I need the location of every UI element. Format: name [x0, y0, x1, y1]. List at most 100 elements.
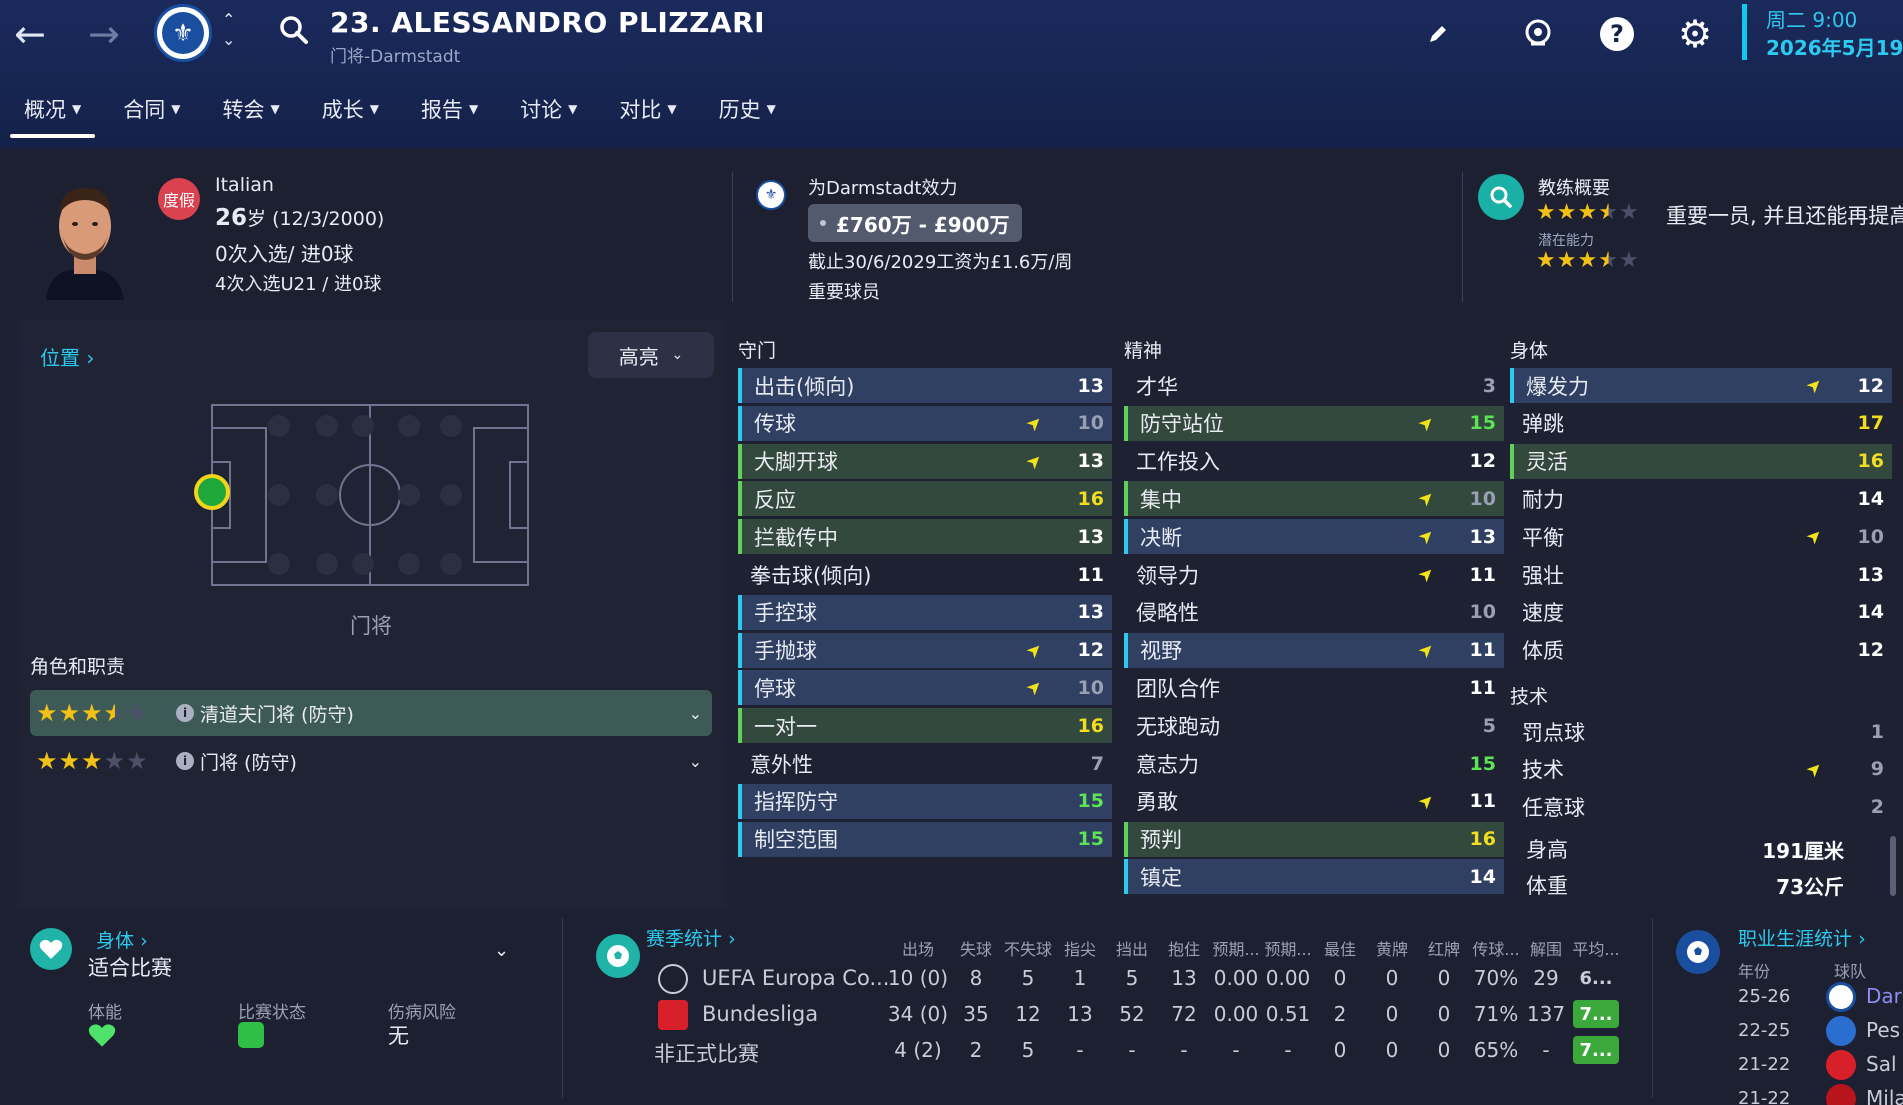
- attribute-row[interactable]: 耐力 14: [1510, 481, 1892, 516]
- attribute-row[interactable]: 集中 ➤ 10: [1124, 481, 1504, 517]
- tab-reports[interactable]: 报告 ▼: [407, 92, 492, 138]
- competition-name[interactable]: 非正式比赛: [654, 1038, 759, 1068]
- attribute-row[interactable]: 领导力 ➤ 11: [1124, 557, 1504, 592]
- highlight-dropdown[interactable]: 高亮 ⌄: [588, 332, 714, 378]
- column-header[interactable]: 平均...: [1571, 936, 1621, 960]
- role-row[interactable]: ★★★★★ i 清道夫门将 (防守) ⌄: [30, 690, 712, 736]
- search-icon[interactable]: [278, 14, 310, 50]
- attribute-row[interactable]: 传球 ➤ 10: [738, 405, 1112, 441]
- attribute-row[interactable]: 罚点球 1: [1510, 714, 1892, 749]
- tab-history[interactable]: 历史 ▼: [705, 92, 790, 138]
- column-header[interactable]: 预期...: [1262, 936, 1314, 960]
- column-header[interactable]: 解围: [1522, 936, 1570, 960]
- goalkeeper-position-marker[interactable]: [194, 474, 230, 510]
- column-header[interactable]: 挡出: [1107, 936, 1157, 960]
- role-row[interactable]: ★★★★★ i 门将 (防守) ⌄: [30, 738, 712, 784]
- attribute-row[interactable]: 平衡 ➤ 10: [1510, 519, 1892, 554]
- attribute-row[interactable]: 爆发力 ➤ 12: [1510, 368, 1892, 403]
- attribute-row[interactable]: 视野 ➤ 11: [1124, 632, 1504, 668]
- attribute-row[interactable]: 出击(倾向) 13: [738, 368, 1112, 403]
- attribute-row[interactable]: 拦截传中 13: [738, 519, 1112, 555]
- career-club[interactable]: Sal: [1866, 1052, 1897, 1076]
- coach-search-icon[interactable]: [1478, 174, 1524, 220]
- season-stats-link[interactable]: 赛季统计 ›: [646, 924, 736, 951]
- chevron-down-icon[interactable]: ⌄: [494, 940, 509, 961]
- holiday-badge[interactable]: 度假: [158, 178, 200, 220]
- attribute-row[interactable]: 侵略性 10: [1124, 595, 1504, 630]
- attribute-row[interactable]: 拳击球(倾向) 11: [738, 557, 1112, 592]
- attribute-row[interactable]: 镇定 14: [1124, 859, 1504, 895]
- column-header[interactable]: 最佳: [1316, 936, 1364, 960]
- edit-pencil-icon[interactable]: [1418, 14, 1458, 54]
- attribute-row[interactable]: 停球 ➤ 10: [738, 670, 1112, 706]
- attribute-row[interactable]: 预判 16: [1124, 821, 1504, 857]
- tab-compare[interactable]: 对比 ▼: [605, 92, 690, 138]
- stat-cell: 1: [1073, 966, 1087, 990]
- back-arrow-icon[interactable]: ←: [14, 14, 46, 54]
- attribute-row[interactable]: 制空范围 15: [738, 821, 1112, 857]
- attribute-row[interactable]: 弹跳 17: [1510, 406, 1892, 441]
- attribute-row[interactable]: 任意球 2: [1510, 790, 1892, 825]
- attribute-row[interactable]: 团队合作 11: [1124, 670, 1504, 705]
- attribute-row[interactable]: 无球跑动 5: [1124, 708, 1504, 743]
- player-switch-icon[interactable]: ⌃ ⌄: [222, 10, 235, 50]
- career-club[interactable]: Mila: [1866, 1086, 1903, 1105]
- current-day-time[interactable]: 周二 9:00: [1766, 4, 1857, 33]
- scrollbar[interactable]: [1890, 836, 1896, 896]
- column-header[interactable]: 红牌: [1420, 936, 1468, 960]
- attribute-row[interactable]: 速度 14: [1510, 595, 1892, 630]
- info-icon[interactable]: i: [176, 704, 194, 722]
- column-header[interactable]: 预期...: [1210, 936, 1262, 960]
- career-club[interactable]: Dar: [1866, 984, 1902, 1008]
- attribute-row[interactable]: 指挥防守 15: [738, 783, 1112, 819]
- attribute-row[interactable]: 意志力 15: [1124, 746, 1504, 781]
- column-header[interactable]: 不失球: [998, 936, 1058, 960]
- attribute-row[interactable]: 手抛球 ➤ 12: [738, 632, 1112, 668]
- career-stats-link[interactable]: 职业生涯统计 ›: [1738, 924, 1866, 951]
- column-header[interactable]: 黄牌: [1368, 936, 1416, 960]
- info-icon[interactable]: i: [176, 752, 194, 770]
- player-nationality[interactable]: Italian: [215, 174, 274, 196]
- attribute-value: 13: [1077, 525, 1104, 548]
- attribute-row[interactable]: 强壮 13: [1510, 557, 1892, 592]
- attribute-row[interactable]: 意外性 7: [738, 746, 1112, 781]
- attribute-row[interactable]: 才华 3: [1124, 368, 1504, 403]
- position-link[interactable]: 位置 ›: [40, 342, 94, 371]
- column-header[interactable]: 失球: [951, 936, 1001, 960]
- help-icon[interactable]: ?: [1597, 14, 1637, 54]
- current-date[interactable]: 2026年5月19日: [1766, 32, 1903, 61]
- forward-arrow-icon[interactable]: →: [88, 14, 120, 54]
- attribute-row[interactable]: 技术 ➤ 9: [1510, 752, 1892, 787]
- competition-name[interactable]: UEFA Europa Co...: [702, 966, 889, 990]
- column-header[interactable]: 抱住: [1159, 936, 1209, 960]
- attribute-row[interactable]: 勇敢 ➤ 11: [1124, 784, 1504, 819]
- tab-contract[interactable]: 合同 ▼: [109, 92, 194, 138]
- tab-transfer[interactable]: 转会 ▼: [208, 92, 293, 138]
- stat-cell: -: [1284, 1038, 1292, 1062]
- attribute-row[interactable]: 反应 16: [738, 481, 1112, 517]
- club-badge-icon[interactable]: ⚜: [154, 4, 212, 62]
- column-header[interactable]: 出场: [882, 936, 954, 960]
- gear-icon[interactable]: ⚙: [1675, 12, 1715, 56]
- competition-name[interactable]: Bundesliga: [702, 1002, 818, 1026]
- football-icon[interactable]: [1518, 14, 1558, 54]
- attribute-row[interactable]: 大脚开球 ➤ 13: [738, 443, 1112, 479]
- tab-discussion[interactable]: 讨论 ▼: [506, 92, 591, 138]
- attribute-row[interactable]: 一对一 16: [738, 708, 1112, 744]
- chevron-down-icon[interactable]: ⌄: [689, 752, 702, 771]
- attribute-row[interactable]: 灵活 16: [1510, 443, 1892, 479]
- attribute-row[interactable]: 决断 ➤ 13: [1124, 519, 1504, 555]
- tab-overview[interactable]: 概况 ▼: [10, 92, 96, 138]
- chevron-down-icon[interactable]: ⌄: [689, 704, 702, 723]
- tab-development[interactable]: 成长 ▼: [308, 92, 393, 138]
- attribute-row[interactable]: 手控球 13: [738, 594, 1112, 630]
- fitness-link[interactable]: 身体 ›: [96, 926, 148, 953]
- attribute-row[interactable]: 体质 12: [1510, 633, 1892, 668]
- career-club[interactable]: Pes: [1866, 1018, 1900, 1042]
- attribute-row[interactable]: 防守站位 ➤ 15: [1124, 405, 1504, 441]
- column-header[interactable]: 传球...: [1471, 936, 1521, 960]
- attribute-name: 体质: [1522, 639, 1564, 664]
- column-header[interactable]: 指尖: [1055, 936, 1105, 960]
- transfer-value-pill[interactable]: £760万 - £900万: [808, 204, 1022, 242]
- attribute-row[interactable]: 工作投入 12: [1124, 444, 1504, 479]
